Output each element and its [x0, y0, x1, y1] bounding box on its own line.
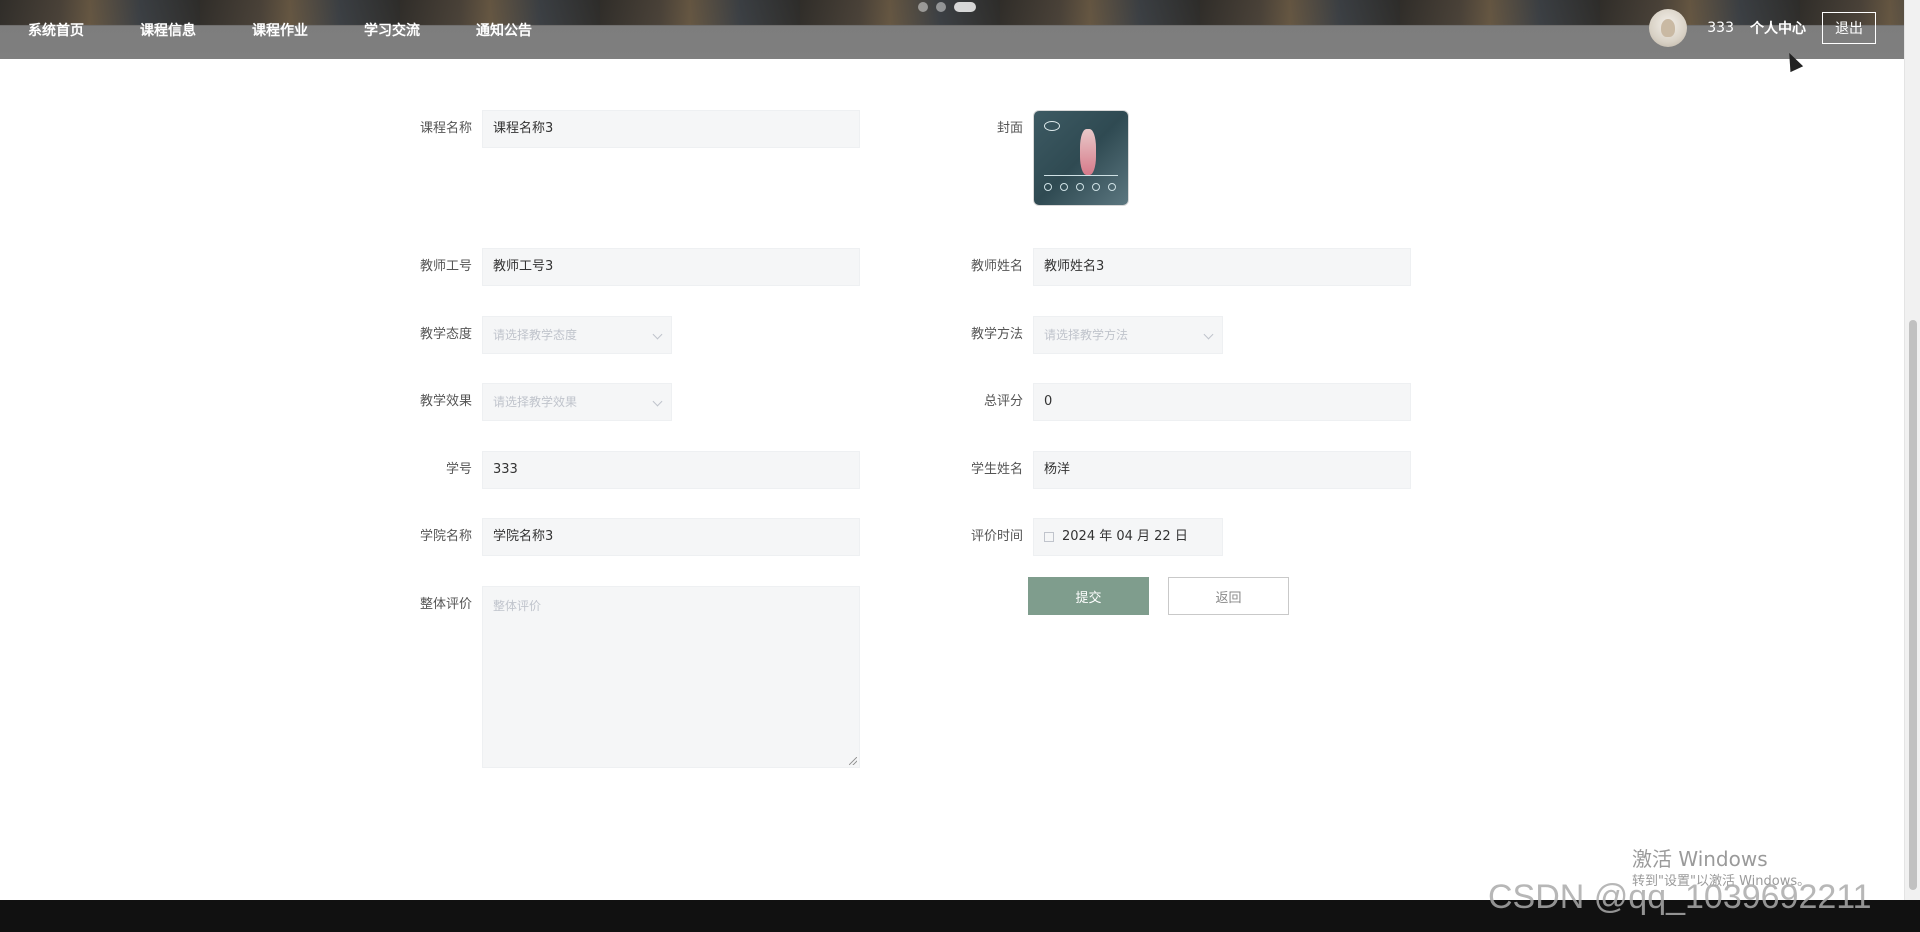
nav-item-study-exchange[interactable]: 学习交流: [364, 20, 420, 40]
teaching-attitude-select[interactable]: 请选择教学态度: [482, 316, 672, 354]
cover-image-detail: [1080, 129, 1096, 175]
user-area: 333 个人中心 退出: [1649, 9, 1876, 47]
field-teacher-name: 教师姓名 教师姓名3: [953, 248, 1411, 286]
cover-image-detail: [1076, 183, 1084, 191]
overall-eval-placeholder: 整体评价: [493, 599, 542, 613]
field-teaching-attitude: 教学态度 请选择教学态度: [402, 316, 672, 354]
field-teacher-id: 教师工号 教师工号3: [402, 248, 860, 286]
personal-center-link[interactable]: 个人中心: [1750, 18, 1806, 38]
teaching-effect-select[interactable]: 请选择教学效果: [482, 383, 672, 421]
teaching-method-label: 教学方法: [970, 327, 1023, 342]
chevron-down-icon: [652, 396, 663, 407]
teaching-method-placeholder: 请选择教学方法: [1044, 328, 1129, 342]
field-teaching-effect: 教学效果 请选择教学效果: [402, 383, 672, 421]
teaching-method-select[interactable]: 请选择教学方法: [1033, 316, 1223, 354]
total-score-input[interactable]: 0: [1033, 383, 1411, 421]
windows-activate-title: 激活 Windows: [1632, 847, 1768, 871]
teaching-effect-placeholder: 请选择教学效果: [493, 395, 578, 409]
teacher-id-label: 教师工号: [419, 259, 472, 274]
chevron-down-icon: [1203, 329, 1214, 340]
carousel-dots: [918, 2, 976, 12]
scrollbar-thumb[interactable]: [1909, 320, 1917, 890]
total-score-label: 总评分: [983, 394, 1023, 409]
field-student-name: 学生姓名 杨洋: [953, 451, 1411, 489]
resize-handle-icon[interactable]: [849, 757, 857, 765]
submit-button[interactable]: 提交: [1028, 577, 1149, 615]
nav-item-course-homework[interactable]: 课程作业: [252, 20, 308, 40]
eval-time-datepicker[interactable]: 2024 年 04 月 22 日: [1033, 518, 1223, 556]
page-scrollbar[interactable]: [1904, 0, 1920, 900]
nav-item-notice[interactable]: 通知公告: [476, 20, 532, 40]
carousel-dot[interactable]: [918, 2, 928, 12]
cover-image-detail: [1092, 183, 1100, 191]
student-id-input[interactable]: 333: [482, 451, 860, 489]
cover-label: 封面: [996, 121, 1023, 136]
eval-time-value: 2024 年 04 月 22 日: [1062, 529, 1188, 544]
overall-eval-label: 整体评价: [419, 597, 472, 612]
top-navbar: 系统首页 课程信息 课程作业 学习交流 通知公告 333 个人中心 退出: [0, 0, 1904, 59]
teaching-attitude-placeholder: 请选择教学态度: [493, 328, 578, 342]
teacher-name-input[interactable]: 教师姓名3: [1033, 248, 1411, 286]
course-name-label: 课程名称: [419, 121, 472, 136]
cover-image-detail: [1044, 175, 1118, 176]
logout-button[interactable]: 退出: [1822, 12, 1876, 44]
teacher-name-label: 教师姓名: [970, 259, 1023, 274]
teacher-id-input[interactable]: 教师工号3: [482, 248, 860, 286]
field-college-name: 学院名称 学院名称3: [402, 518, 860, 556]
nav-item-course-info[interactable]: 课程信息: [140, 20, 196, 40]
student-name-label: 学生姓名: [970, 462, 1023, 477]
nav-item-home[interactable]: 系统首页: [28, 20, 84, 40]
field-cover: 封面: [953, 110, 1129, 206]
csdn-watermark: CSDN @qq_1039692211: [1488, 878, 1872, 916]
field-total-score: 总评分 0: [953, 383, 1411, 421]
field-eval-time: 评价时间 2024 年 04 月 22 日: [953, 518, 1223, 556]
field-student-id: 学号 333: [402, 451, 860, 489]
cover-image-detail: [1108, 183, 1116, 191]
cover-image-detail: [1044, 183, 1052, 191]
avatar[interactable]: [1649, 9, 1688, 47]
carousel-dot-active[interactable]: [954, 2, 976, 12]
field-overall-eval: 整体评价 整体评价: [402, 586, 860, 768]
main-nav: 系统首页 课程信息 课程作业 学习交流 通知公告: [28, 20, 588, 40]
college-name-label: 学院名称: [419, 529, 472, 544]
overall-eval-textarea[interactable]: 整体评价: [482, 586, 860, 768]
chevron-down-icon: [652, 329, 663, 340]
eval-time-label: 评价时间: [970, 529, 1023, 544]
field-teaching-method: 教学方法 请选择教学方法: [953, 316, 1223, 354]
user-name: 333: [1707, 20, 1734, 36]
carousel-dot[interactable]: [936, 2, 946, 12]
cover-image-detail: [1044, 121, 1060, 131]
course-name-input[interactable]: 课程名称3: [482, 110, 860, 148]
cover-image-detail: [1060, 183, 1068, 191]
student-id-label: 学号: [445, 462, 472, 477]
teaching-attitude-label: 教学态度: [419, 327, 472, 342]
teaching-effect-label: 教学效果: [419, 394, 472, 409]
back-button[interactable]: 返回: [1168, 577, 1289, 615]
field-course-name: 课程名称 课程名称3: [402, 110, 860, 148]
college-name-input[interactable]: 学院名称3: [482, 518, 860, 556]
student-name-input[interactable]: 杨洋: [1033, 451, 1411, 489]
calendar-icon: [1044, 532, 1054, 542]
cover-image[interactable]: [1033, 110, 1129, 206]
